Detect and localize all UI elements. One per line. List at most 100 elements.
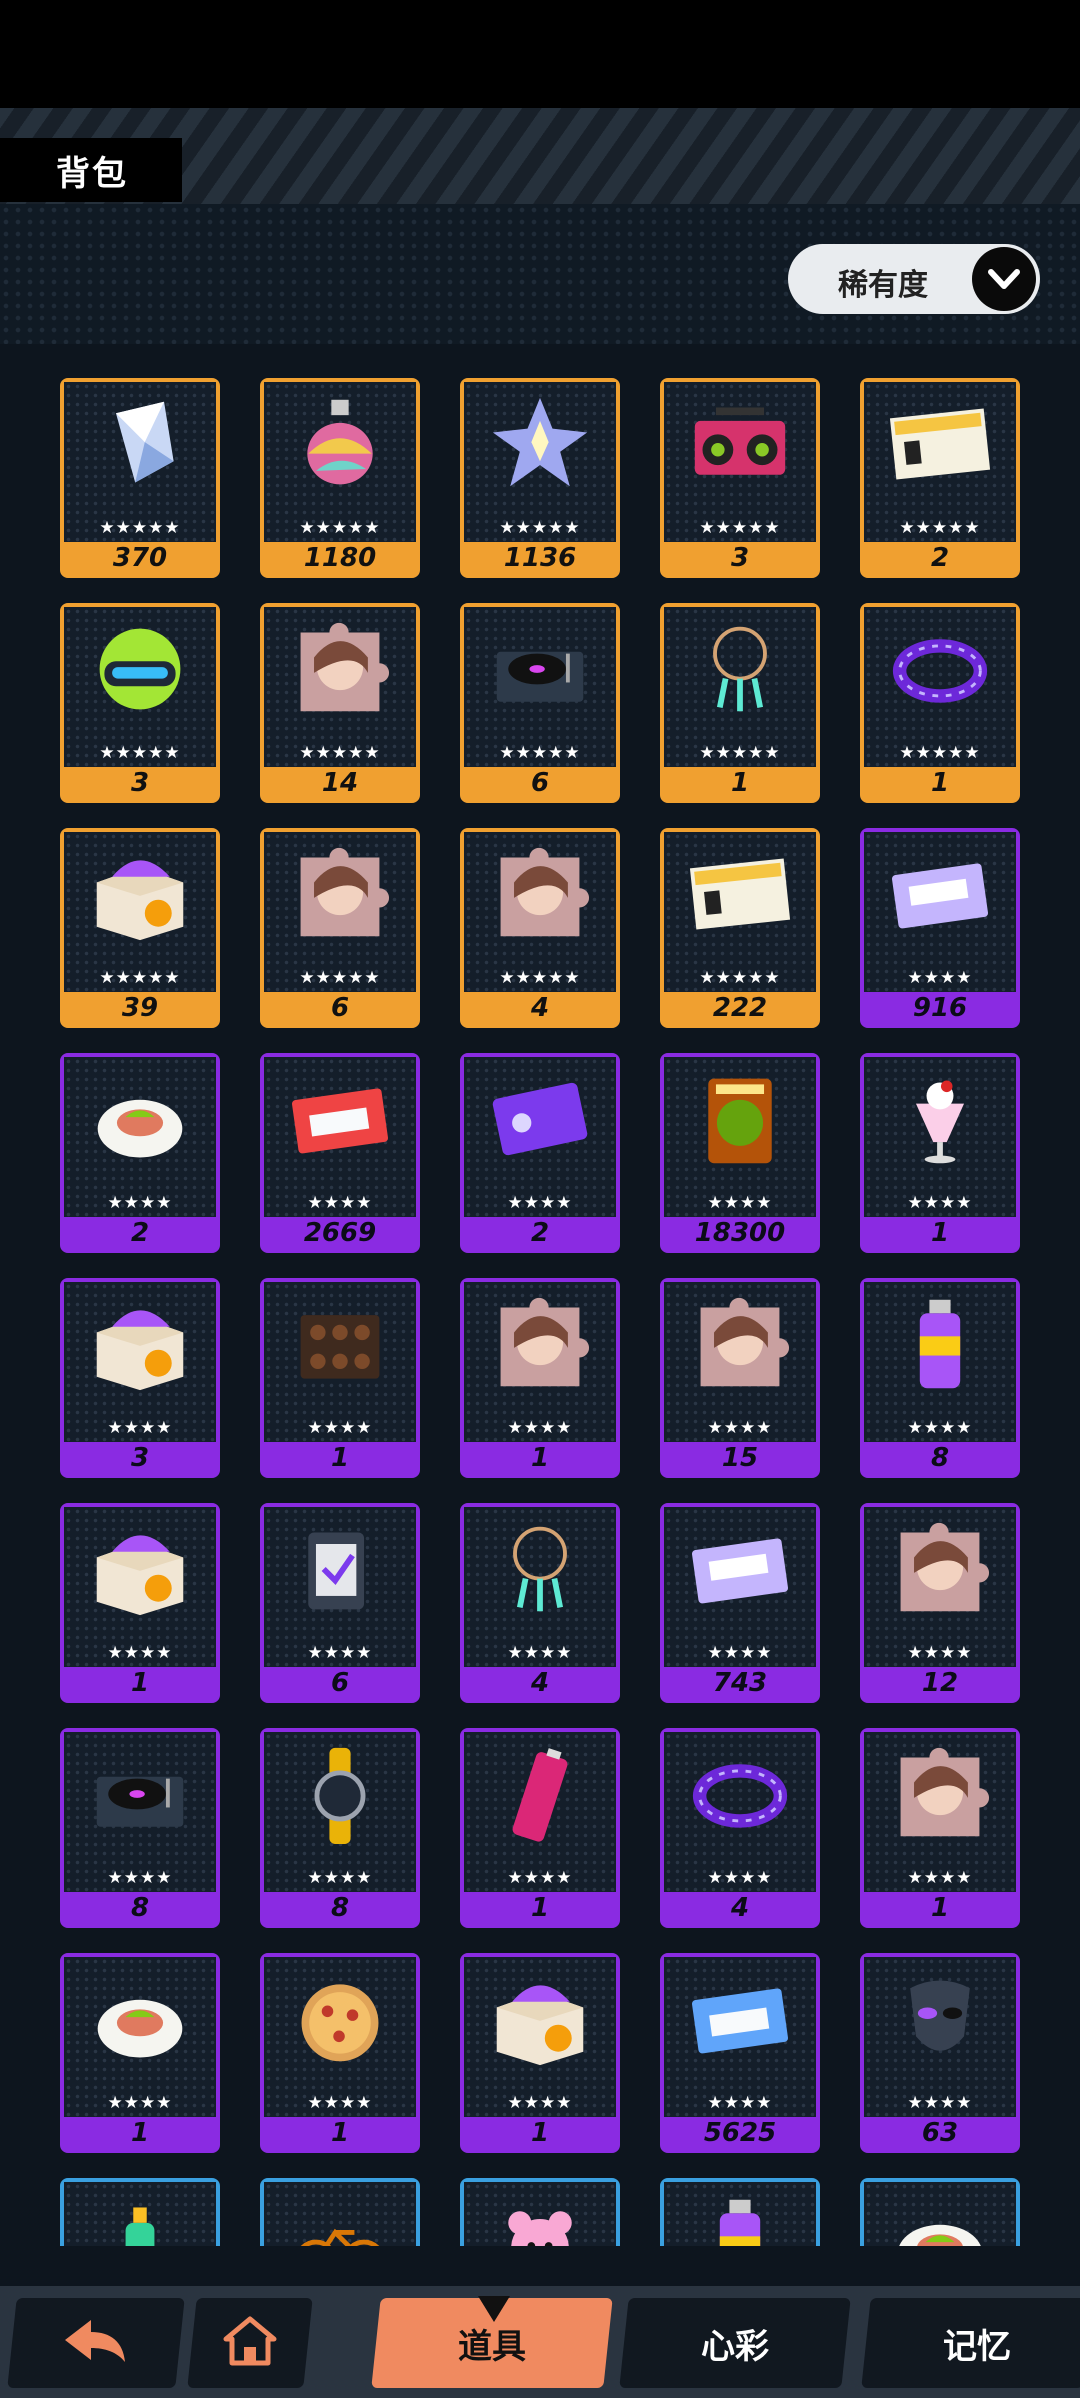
inventory-item-card[interactable]: ★★★★ 12 [860, 1503, 1020, 1703]
bottle-icon [125, 2207, 155, 2246]
inventory-item-card[interactable]: ★★★★★ 2 [860, 378, 1020, 578]
boombox-icon [694, 407, 786, 475]
inventory-item-card[interactable]: ★★★★ 8 [860, 1278, 1020, 1478]
inventory-item-card[interactable]: ★★★★ 3 [60, 1278, 220, 1478]
rarity-stars: ★★★★ [907, 968, 973, 988]
inventory-item-card[interactable]: ★★★★★ 1 [660, 603, 820, 803]
inventory-item-card[interactable]: ★★★★ 916 [860, 828, 1020, 1028]
inventory-item-card[interactable]: ★★★★ 1 [860, 1053, 1020, 1253]
inventory-item-card[interactable]: ★★★★ 1 [60, 1503, 220, 1703]
inventory-item-card[interactable]: ★★★★★ 14 [260, 603, 420, 803]
tab-memory[interactable]: 记忆 [861, 2298, 1080, 2388]
item-count: 1136 [464, 542, 616, 574]
inventory-item-card[interactable]: ★★★★ 1 [460, 1953, 620, 2153]
tab-memory-label: 记忆 [943, 2326, 1011, 2367]
item-slot-background [864, 2182, 1016, 2246]
item-slot-background: ★★★★ [64, 1957, 216, 2117]
inventory-item-card[interactable] [60, 2178, 220, 2246]
inventory-item-card[interactable]: ★★★★ 15 [660, 1278, 820, 1478]
inventory-item-card[interactable]: ★★★★ 1 [460, 1728, 620, 1928]
tab-items-label: 道具 [458, 2326, 526, 2367]
tab-colors[interactable]: 心彩 [619, 2298, 851, 2388]
inventory-item-card[interactable]: ★★★★ 4 [660, 1728, 820, 1928]
inventory-item-card[interactable]: ★★★★★ 370 [60, 378, 220, 578]
inventory-item-card[interactable]: ★★★★★ 1180 [260, 378, 420, 578]
sort-rarity-button[interactable]: 稀有度 [788, 244, 1040, 314]
ticket-icon [689, 858, 791, 930]
inventory-item-card[interactable]: ★★★★★ 6 [260, 828, 420, 1028]
item-count: 743 [664, 1667, 816, 1699]
rarity-stars: ★★★★★ [899, 743, 981, 763]
home-icon [222, 2315, 278, 2371]
sort-label: 稀有度 [838, 268, 928, 303]
rarity-stars: ★★★★ [907, 1643, 973, 1663]
inventory-item-card[interactable]: ★★★★★ 222 [660, 828, 820, 1028]
item-slot-background: ★★★★★ [664, 832, 816, 992]
spray-can-icon [719, 2199, 761, 2246]
mystery-ticket-icon [492, 1082, 588, 1156]
inventory-item-card[interactable]: ★★★★ 2 [60, 1053, 220, 1253]
inventory-item-card[interactable]: ★★★★ 2 [460, 1053, 620, 1253]
item-count: 1 [464, 2117, 616, 2149]
inventory-item-card[interactable] [660, 2178, 820, 2246]
inventory-item-card[interactable]: ★★★★★ 6 [460, 603, 620, 803]
inventory-item-card[interactable]: ★★★★★ 39 [60, 828, 220, 1028]
rarity-stars: ★★★★★ [99, 518, 181, 538]
home-button[interactable] [187, 2298, 313, 2388]
memory-film-icon [308, 1532, 365, 1610]
inventory-item-card[interactable]: ★★★★ 8 [60, 1728, 220, 1928]
inventory-item-card[interactable]: ★★★★ 63 [860, 1953, 1020, 2153]
puzzle-portrait-icon [700, 1297, 790, 1387]
inventory-item-card[interactable]: ★★★★★ 1 [860, 603, 1020, 803]
rarity-stars: ★★★★ [507, 2093, 573, 2113]
inventory-item-card[interactable]: ★★★★★ 1136 [460, 378, 620, 578]
item-count: 370 [64, 542, 216, 574]
rarity-stars: ★★★★ [707, 1643, 773, 1663]
watch-icon [314, 1747, 366, 1844]
item-slot-background: ★★★★ [464, 1282, 616, 1442]
inventory-item-card[interactable] [460, 2178, 620, 2246]
inventory-item-card[interactable]: ★★★★ 1 [460, 1278, 620, 1478]
puzzle-portrait-icon [300, 847, 390, 937]
rarity-stars: ★★★★ [707, 2093, 773, 2113]
inventory-item-card[interactable]: ★★★★★ 3 [60, 603, 220, 803]
inventory-item-card[interactable]: ★★★★ 1 [260, 1278, 420, 1478]
cassette-icon [891, 863, 989, 929]
back-button[interactable] [7, 2298, 185, 2388]
item-slot-background: ★★★★★ [64, 607, 216, 767]
dreamcatcher-icon [713, 626, 767, 712]
item-count: 8 [64, 1892, 216, 1924]
inventory-item-card[interactable]: ★★★★ 1 [60, 1953, 220, 2153]
inventory-item-card[interactable] [860, 2178, 1020, 2246]
inventory-item-card[interactable]: ★★★★★ 3 [660, 378, 820, 578]
inventory-item-card[interactable]: ★★★★ 5625 [660, 1953, 820, 2153]
inventory-item-card[interactable] [260, 2178, 420, 2246]
ticket-icon [889, 408, 991, 480]
inventory-item-card[interactable]: ★★★★ 4 [460, 1503, 620, 1703]
inventory-item-card[interactable]: ★★★★★ 4 [460, 828, 620, 1028]
item-slot-background: ★★★★ [664, 1732, 816, 1892]
inventory-item-card[interactable]: ★★★★ 1 [260, 1953, 420, 2153]
item-slot-background: ★★★★ [864, 1282, 1016, 1442]
inventory-item-card[interactable]: ★★★★ 8 [260, 1728, 420, 1928]
inventory-item-card[interactable]: ★★★★ 6 [260, 1503, 420, 1703]
rarity-stars: ★★★★ [107, 1868, 173, 1888]
inventory-item-card[interactable]: ★★★★ 18300 [660, 1053, 820, 1253]
item-slot-background: ★★★★ [864, 1057, 1016, 1217]
item-count: 63 [864, 2117, 1016, 2149]
item-count: 2669 [264, 1217, 416, 1249]
inventory-item-card[interactable]: ★★★★ 743 [660, 1503, 820, 1703]
cassette-fire-icon [291, 1088, 389, 1154]
collar-icon [892, 639, 988, 703]
trex-ticket-icon [708, 1078, 772, 1164]
item-slot-background: ★★★★ [664, 1507, 816, 1667]
inventory-item-card[interactable]: ★★★★ 1 [860, 1728, 1020, 1928]
inventory-scroll-area[interactable]: ★★★★★ 370 ★★★★★ 1180 ★★★★★ 1136 ★★★★★ 3 ★★★★★ 2 ★★… [0, 344, 1080, 2246]
gift-box-icon [96, 1535, 184, 1616]
item-slot-background: ★★★★ [264, 1282, 416, 1442]
item-slot-background: ★★★★ [664, 1957, 816, 2117]
inventory-item-card[interactable]: ★★★★ 2669 [260, 1053, 420, 1253]
item-count: 6 [264, 992, 416, 1024]
item-count: 18300 [664, 1217, 816, 1249]
item-count: 1 [464, 1442, 616, 1474]
